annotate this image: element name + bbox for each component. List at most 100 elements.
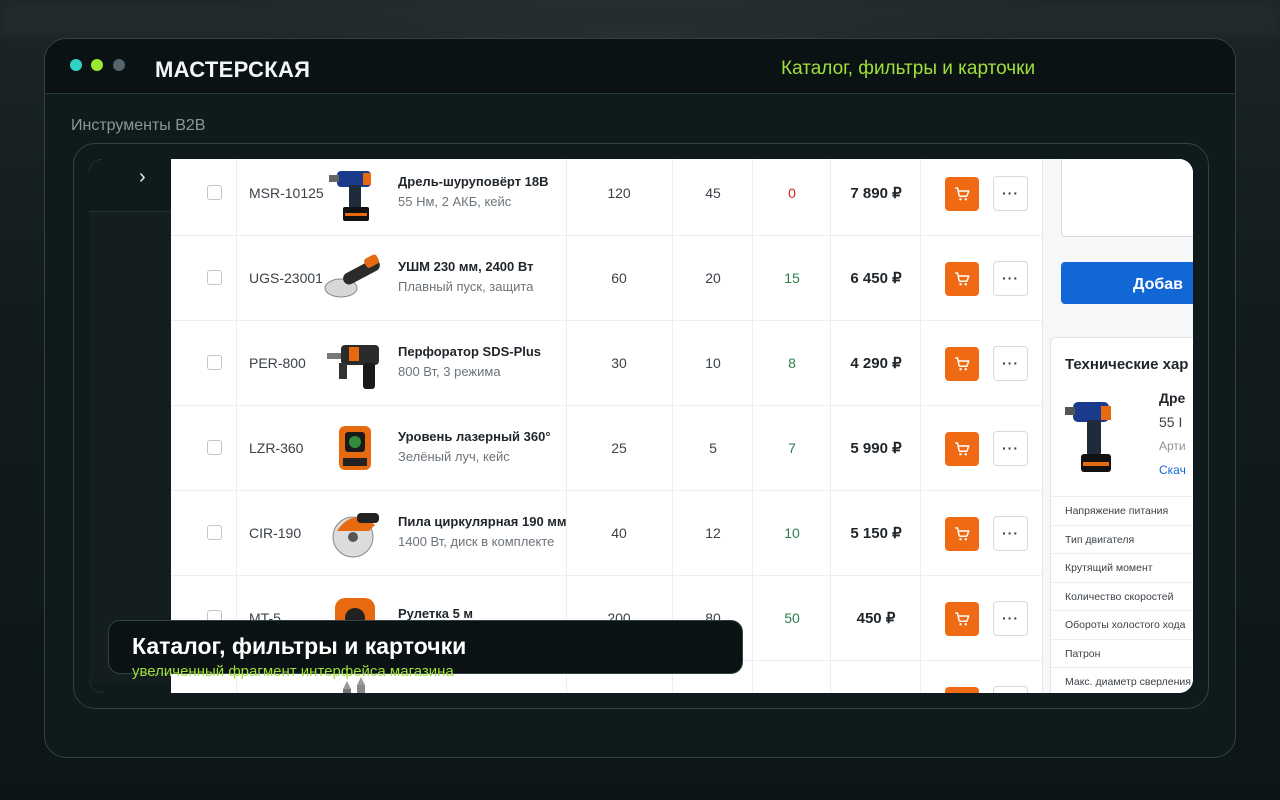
row-checkbox[interactable] [207, 185, 222, 200]
add-to-cart-button[interactable] [945, 177, 979, 211]
more-actions-button[interactable]: ··· [993, 346, 1028, 381]
product-sku: MSR-10125 [249, 185, 324, 201]
product-name[interactable]: Пила циркулярная 190 мм [398, 514, 567, 529]
cell-divider [753, 661, 831, 693]
window-dot-cyan[interactable] [70, 59, 82, 71]
product-price: 450 ₽ [856, 610, 896, 627]
row-checkbox[interactable] [207, 270, 222, 285]
app-brand: МАСТЕРСКАЯ [155, 57, 311, 82]
cart-icon [953, 355, 971, 373]
product-name[interactable]: Перфоратор SDS-Plus [398, 344, 541, 359]
more-actions-button[interactable]: ··· [993, 516, 1028, 551]
cart-icon [953, 440, 971, 458]
stock-value: 15 [784, 270, 800, 286]
stock-value: 0 [788, 185, 796, 201]
cell-divider [171, 159, 237, 235]
window-dot-green[interactable] [91, 59, 103, 71]
add-to-cart-button[interactable] [945, 347, 979, 381]
product-price: 5 990 ₽ [850, 440, 902, 457]
add-to-cart-button[interactable] [945, 262, 979, 296]
table-row[interactable]: CIR-190 Пила циркулярная 190 мм 1400 Вт,… [171, 491, 1043, 576]
qty-value: 120 [607, 185, 631, 201]
product-sku: PER-800 [249, 355, 306, 371]
table-row[interactable]: UGS-23001 УШМ 230 мм, 2400 Вт Плавный пу… [171, 236, 1043, 321]
cell-divider [171, 321, 237, 405]
card-download-link[interactable]: Скач [1159, 463, 1186, 477]
stock-value: 10 [784, 525, 800, 541]
angle-grinder-icon [324, 254, 380, 298]
qty-value: 60 [611, 270, 627, 286]
min-qty-value: 10 [705, 355, 721, 371]
more-actions-button[interactable]: ··· [993, 431, 1028, 466]
caption-subtitle: увеличенный фрагмент интерфейса магазина [132, 663, 454, 680]
cart-icon [953, 270, 971, 288]
section-subtitle: Инструменты B2B [71, 117, 206, 134]
add-to-cart-button[interactable] [945, 602, 979, 636]
circular-saw-icon [332, 513, 379, 558]
product-sku: CIR-190 [249, 525, 302, 541]
min-qty-value: 5 [709, 440, 717, 456]
table-row[interactable]: LZR-360 Уровень лазерный 360° Зелёный лу… [171, 406, 1043, 491]
stock-value: 8 [788, 355, 796, 371]
drill-icon [329, 171, 371, 221]
cell-divider [831, 661, 921, 693]
caption-overlay: Каталог, фильтры и карточки увеличенный … [108, 620, 743, 680]
table-row[interactable]: MSR-10125 Дрель-шуруповёрт 18В 55 Нм, 2 … [171, 159, 1043, 236]
window-dot-gray[interactable] [113, 59, 125, 71]
add-button[interactable]: Добав [1061, 262, 1193, 304]
sidebar-panel [89, 211, 171, 683]
spec-row-label: Обороты холостого хода [1051, 610, 1193, 638]
cart-icon [953, 525, 971, 543]
card-product-name: Дре [1159, 390, 1186, 406]
specs-card: Технические хар Дре 55 I Арти Скач Напря… [1050, 337, 1193, 693]
product-detail-panel: Добав Технические хар Дре 55 I Арти Скач [1043, 159, 1193, 693]
chevron-right-icon[interactable]: › [139, 166, 146, 189]
stock-value: 7 [788, 440, 796, 456]
more-actions-button[interactable]: ··· [993, 601, 1028, 636]
product-sku: LZR-360 [249, 440, 304, 456]
product-desc: 55 Нм, 2 АКБ, кейс [398, 194, 512, 209]
comment-textarea[interactable] [1061, 159, 1193, 237]
product-name[interactable]: УШМ 230 мм, 2400 Вт [398, 259, 533, 274]
add-to-cart-button[interactable] [945, 517, 979, 551]
table-row[interactable]: PER-800 Перфоратор SDS-Plus 800 Вт, 3 ре… [171, 321, 1043, 406]
product-desc: Плавный пуск, защита [398, 279, 534, 294]
spec-row-label: Крутящий момент [1051, 553, 1193, 581]
qty-value: 40 [611, 525, 627, 541]
card-product-spec: 55 I [1159, 414, 1183, 430]
more-actions-button[interactable]: ··· [993, 686, 1028, 693]
product-sku: UGS-23001 [249, 270, 323, 286]
product-desc: Зелёный луч, кейс [398, 449, 510, 464]
add-to-cart-button[interactable] [945, 687, 979, 693]
min-qty-value: 45 [705, 185, 721, 201]
more-actions-button[interactable]: ··· [993, 261, 1028, 296]
product-price: 5 150 ₽ [850, 525, 902, 542]
spec-row-label: Тип двигателя [1051, 524, 1193, 553]
stock-value: 50 [784, 610, 800, 626]
spec-row-label: Количество скоростей [1051, 581, 1193, 610]
card-article: Арти [1159, 439, 1186, 453]
min-qty-value: 12 [705, 525, 721, 541]
cell-divider [171, 406, 237, 490]
drill-icon [1065, 402, 1111, 472]
qty-value: 25 [611, 440, 627, 456]
product-name[interactable]: Уровень лазерный 360° [398, 429, 551, 444]
min-qty-value: 20 [705, 270, 721, 286]
shop-screen: › MSR-10125 Дрель-шуруповёрт 18В 55 Нм, … [89, 159, 1193, 693]
product-name[interactable]: Рулетка 5 м [398, 606, 473, 621]
laser-level-icon [339, 426, 371, 470]
row-checkbox[interactable] [207, 440, 222, 455]
product-name[interactable]: Бита PH2×50 мм [398, 691, 503, 693]
product-name[interactable]: Дрель-шуруповёрт 18В [398, 174, 549, 189]
qty-value: 30 [611, 355, 627, 371]
product-desc: 1400 Вт, диск в комплекте [398, 534, 555, 549]
row-checkbox[interactable] [207, 355, 222, 370]
row-checkbox[interactable] [207, 525, 222, 540]
cell-divider [171, 491, 237, 575]
product-table: MSR-10125 Дрель-шуруповёрт 18В 55 Нм, 2 … [171, 159, 1043, 693]
specs-card-title: Технические хар [1065, 356, 1189, 373]
add-to-cart-button[interactable] [945, 432, 979, 466]
product-price: 7 890 ₽ [850, 185, 902, 202]
product-desc: 800 Вт, 3 режима [398, 364, 501, 379]
more-actions-button[interactable]: ··· [993, 176, 1028, 211]
